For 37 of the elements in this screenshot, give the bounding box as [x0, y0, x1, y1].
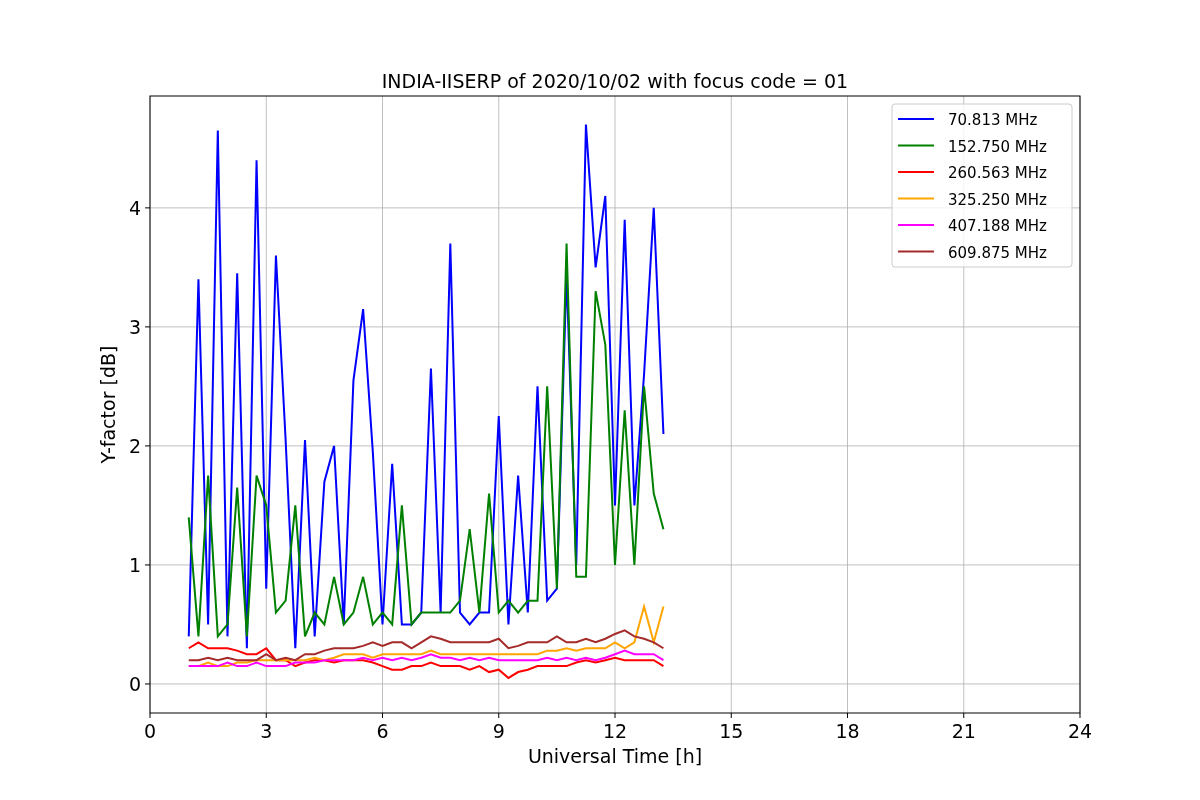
- legend-label: 407.188 MHz: [948, 217, 1047, 235]
- x-tick-mark: [149, 712, 151, 719]
- x-tick-label: 6: [376, 720, 389, 742]
- legend-label: 152.750 MHz: [948, 137, 1047, 156]
- x-tick-mark: [1079, 712, 1081, 719]
- y-tick-label: 1: [128, 553, 141, 576]
- legend-label: 325.250 MHz: [948, 190, 1047, 209]
- x-tick-mark: [265, 712, 267, 719]
- y-tick-label: 3: [128, 315, 141, 338]
- y-axis-label: Y-factor [dB]: [97, 345, 119, 464]
- y-tick-mark: [144, 207, 151, 209]
- x-tick-label: 18: [835, 720, 860, 742]
- x-tick-label: 9: [492, 720, 505, 742]
- x-tick-label: 24: [1067, 720, 1093, 742]
- legend-label: 609.875 MHz: [948, 243, 1047, 262]
- x-tick-mark: [847, 712, 848, 719]
- y-tick-mark: [144, 564, 151, 566]
- x-tick-label: 12: [602, 720, 628, 742]
- y-tick-mark: [144, 683, 151, 685]
- x-tick-mark: [730, 712, 732, 719]
- legend-label: 70.813 MHz: [948, 111, 1038, 129]
- x-axis-label: Universal Time [h]: [527, 745, 703, 767]
- x-tick-label: 21: [951, 720, 976, 742]
- x-tick-label: 0: [143, 720, 157, 742]
- x-tick-mark: [614, 712, 616, 719]
- y-tick-label: 2: [128, 434, 141, 457]
- legend-label: 260.563 MHz: [948, 164, 1047, 182]
- y-tick-mark: [144, 326, 151, 328]
- chart-title: INDIA-IISERP of 2020/10/02 with focus code = 01: [381, 70, 849, 92]
- y-tick-label: 4: [128, 196, 141, 219]
- x-tick-mark: [963, 712, 965, 719]
- y-tick-label: 0: [128, 672, 141, 695]
- x-tick-mark: [498, 712, 500, 719]
- y-tick-mark: [144, 445, 151, 447]
- x-tick-label: 3: [260, 720, 273, 742]
- x-tick-mark: [382, 712, 383, 719]
- x-tick-label: 15: [719, 720, 744, 742]
